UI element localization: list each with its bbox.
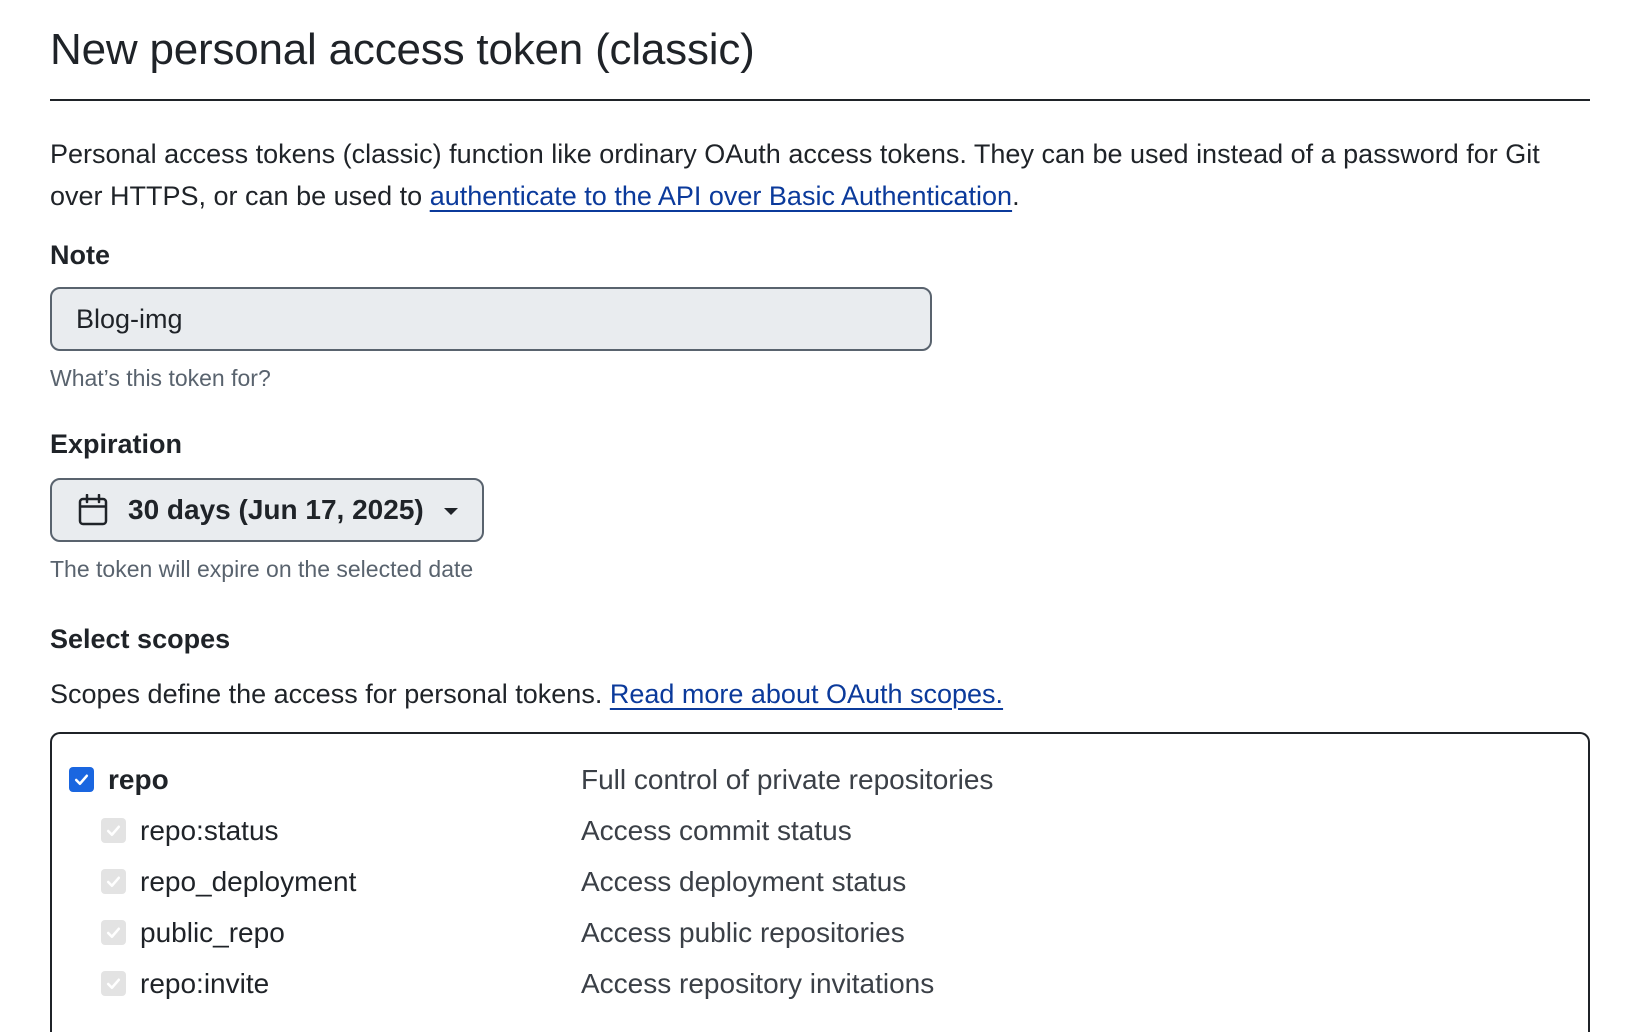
scopes-list: repo Full control of private repositorie… xyxy=(50,732,1590,1032)
scope-description: Access public repositories xyxy=(581,916,905,948)
scope-description: Access commit status xyxy=(581,814,852,846)
checkmark-icon xyxy=(106,978,121,990)
expiration-dropdown[interactable]: 30 days (Jun 17, 2025) xyxy=(50,478,484,542)
scope-row-repo-deployment: repo_deployment Access deployment status xyxy=(52,856,1588,907)
checkmark-icon xyxy=(74,774,89,786)
checkmark-icon xyxy=(106,927,121,939)
caret-down-icon xyxy=(442,504,460,516)
scope-description: Access repository invitations xyxy=(581,967,935,999)
scopes-description: Scopes define the access for personal to… xyxy=(50,674,1590,714)
scope-left: repo:invite xyxy=(52,968,581,1000)
expiration-value: 30 days (Jun 17, 2025) xyxy=(128,494,424,525)
scope-name: repo_deployment xyxy=(140,865,357,897)
checkmark-icon xyxy=(106,825,121,837)
expiration-label: Expiration xyxy=(50,429,183,459)
scope-row-repo: repo Full control of private repositorie… xyxy=(52,754,1588,805)
scopes-label: Select scopes xyxy=(50,624,231,654)
token-form-page: New personal access token (classic) Pers… xyxy=(0,0,1640,1032)
basic-auth-link[interactable]: authenticate to the API over Basic Authe… xyxy=(430,181,1012,211)
scope-row-public-repo: public_repo Access public repositories xyxy=(52,907,1588,958)
repo-deployment-checkbox[interactable] xyxy=(101,869,126,894)
scope-left: repo xyxy=(52,764,581,796)
note-hint: What’s this token for? xyxy=(50,365,271,391)
scope-left: repo:status xyxy=(52,815,581,847)
scope-left: public_repo xyxy=(52,917,581,949)
scope-description: Access deployment status xyxy=(581,865,907,897)
public-repo-checkbox[interactable] xyxy=(101,920,126,945)
repo-invite-checkbox[interactable] xyxy=(101,971,126,996)
page-title: New personal access token (classic) xyxy=(50,25,755,74)
repo-status-checkbox[interactable] xyxy=(101,818,126,843)
note-label: Note xyxy=(50,240,110,270)
scope-description: Full control of private repositories xyxy=(581,763,994,795)
scope-row-repo-invite: repo:invite Access repository invitation… xyxy=(52,958,1588,1009)
scope-name: repo xyxy=(108,763,169,795)
checkmark-icon xyxy=(106,876,121,888)
intro-end: . xyxy=(1012,181,1020,211)
scope-left: repo_deployment xyxy=(52,866,581,898)
expiration-hint: The token will expire on the selected da… xyxy=(50,556,474,582)
repo-checkbox[interactable] xyxy=(69,767,94,792)
note-input[interactable] xyxy=(50,287,932,351)
scope-name: repo:invite xyxy=(140,967,270,999)
scope-name: public_repo xyxy=(140,916,285,948)
scope-name: repo:status xyxy=(140,814,279,846)
calendar-icon xyxy=(78,493,108,526)
scope-row-repo-status: repo:status Access commit status xyxy=(52,805,1588,856)
scopes-description-text: Scopes define the access for personal to… xyxy=(50,679,610,709)
oauth-scopes-link[interactable]: Read more about OAuth scopes. xyxy=(610,679,1003,709)
title-divider xyxy=(50,99,1590,101)
intro-paragraph: Personal access tokens (classic) functio… xyxy=(50,133,1590,217)
